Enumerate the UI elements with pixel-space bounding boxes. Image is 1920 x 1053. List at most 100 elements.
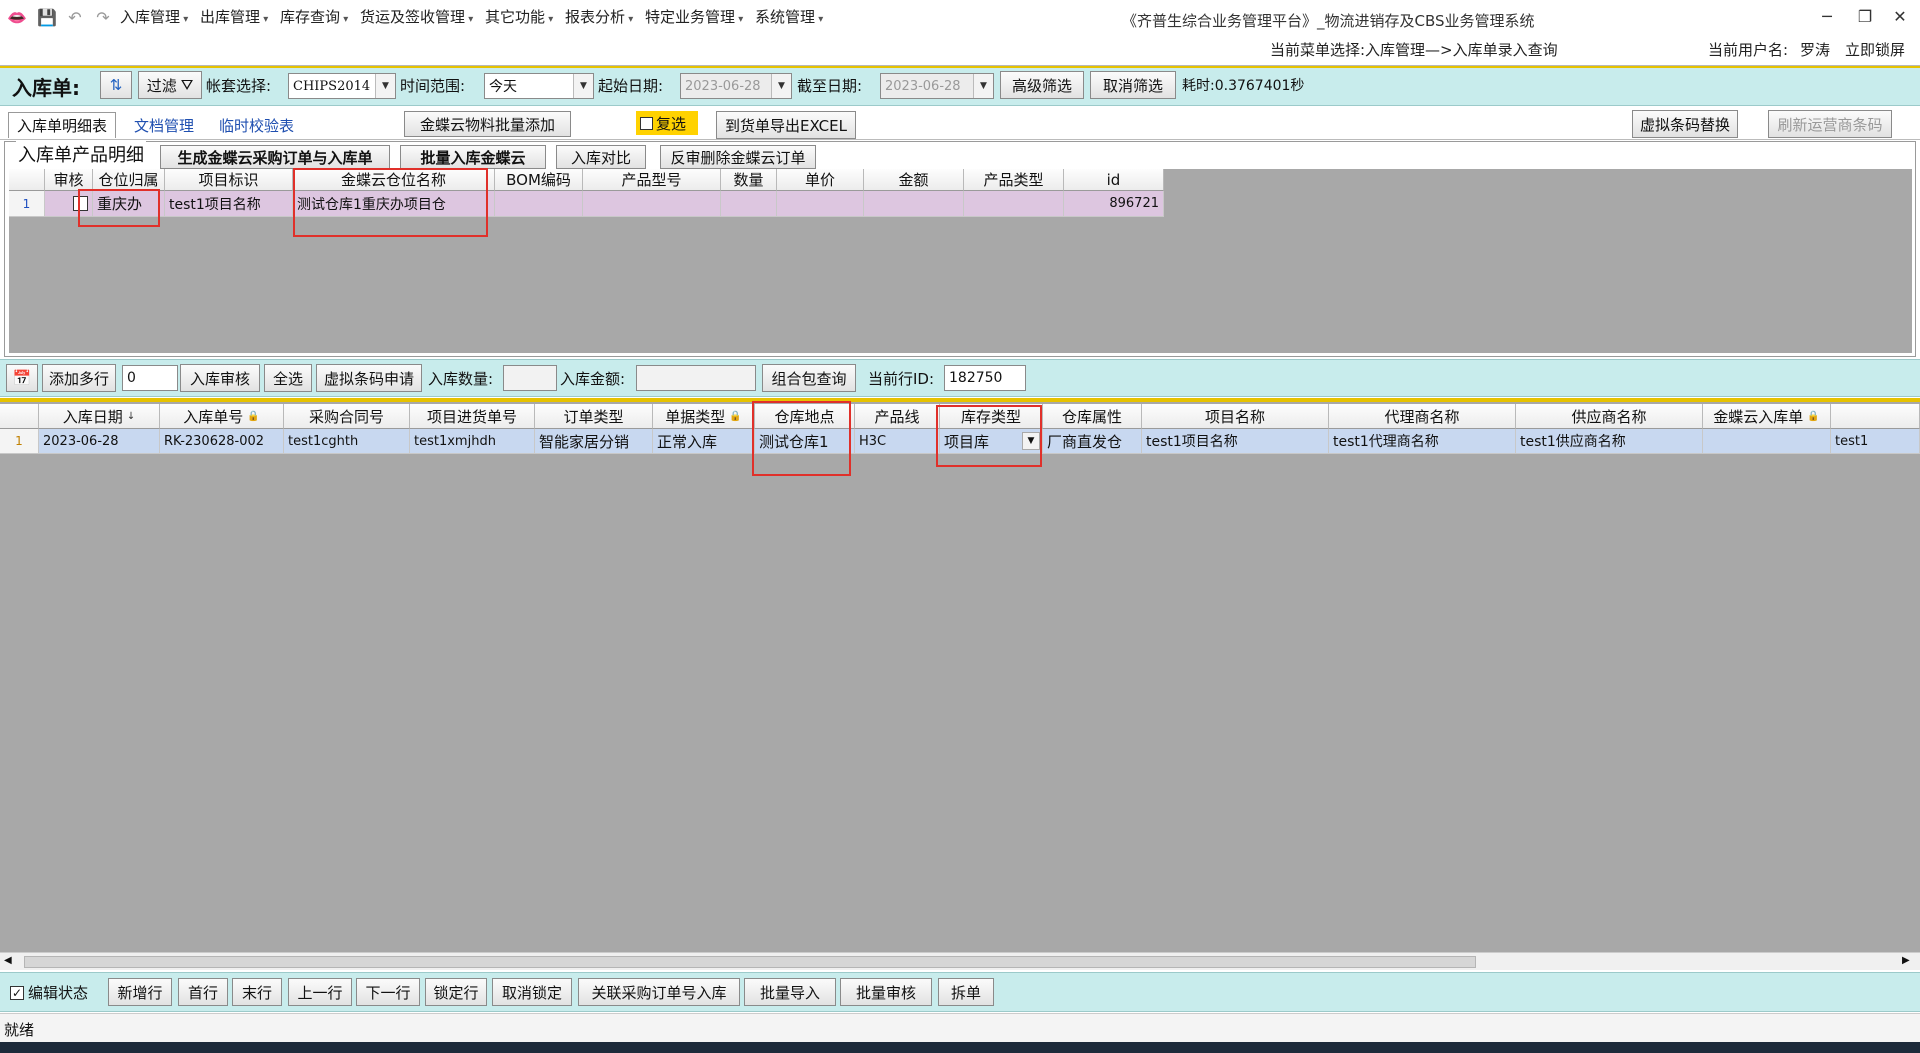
main-product-line-cell[interactable]: H3C [855,429,940,454]
scroll-right-icon[interactable]: ▶ [1902,955,1910,966]
end-date-picker[interactable]: 2023-06-28 ▼ [880,73,994,99]
restore-icon[interactable]: ❐ [1850,4,1880,28]
virtual-barcode-replace-button[interactable]: 虚拟条码替换 [1632,110,1738,138]
advanced-filter-button[interactable]: 高级筛选 [1000,71,1084,99]
detail-col-amount[interactable]: 金额 [864,169,964,191]
refresh-carrier-barcode-button[interactable]: 刷新运营商条码 [1768,110,1892,138]
detail-location-cell[interactable]: 重庆办 [93,191,165,217]
batch-import-button[interactable]: 批量导入 [744,978,836,1006]
main-col-doc-type[interactable]: 单据类型 🔒 [653,404,755,429]
prev-row-button[interactable]: 上一行 [288,978,352,1006]
main-col-contract[interactable]: 采购合同号 [284,404,410,429]
main-col-order-type[interactable]: 订单类型 [535,404,653,429]
reverse-delete-kd-button[interactable]: 反审删除金蝶云订单 [660,145,816,169]
main-col-extra[interactable] [1831,404,1920,429]
detail-col-price[interactable]: 单价 [777,169,864,191]
detail-price-cell[interactable] [777,191,864,217]
main-col-stock-type[interactable]: 库存类型 [940,404,1043,429]
main-project-order-cell[interactable]: test1xmjhdh [410,429,535,454]
generate-kd-order-button[interactable]: 生成金蝶云采购订单与入库单 [160,145,390,169]
detail-amount-cell[interactable] [864,191,964,217]
scroll-left-icon[interactable]: ◀ [4,955,12,966]
menu-special[interactable]: 特定业务管理 [645,6,743,27]
current-row-id-field[interactable]: 182750 [944,365,1026,391]
chevron-down-icon[interactable]: ▼ [1022,432,1040,450]
column-settings-button[interactable]: ⇅ [100,71,132,99]
horizontal-scrollbar[interactable]: ◀ ▶ [0,952,1920,970]
main-col-date[interactable]: 入库日期 ↓ [39,404,160,429]
range-select[interactable]: 今天 ▼ [484,73,594,99]
main-order-type-cell[interactable]: 智能家居分销 [535,429,653,454]
menu-reports[interactable]: 报表分析 [565,6,633,27]
multi-select-toggle[interactable]: 复选 [636,111,698,135]
add-rows-button[interactable]: 添加多行 [42,364,116,392]
batch-inbound-kd-button[interactable]: 批量入库金蝶云 [400,145,546,169]
last-row-button[interactable]: 末行 [232,978,282,1006]
main-col-project-order[interactable]: 项目进货单号 [410,404,535,429]
audit-checkbox[interactable] [73,196,88,211]
add-row-button[interactable]: 新增行 [108,978,172,1006]
detail-col-id[interactable]: id [1064,169,1164,191]
detail-col-qty[interactable]: 数量 [721,169,777,191]
lock-row-button[interactable]: 锁定行 [425,978,487,1006]
detail-col-model[interactable]: 产品型号 [583,169,721,191]
detail-col-product-type[interactable]: 产品类型 [964,169,1064,191]
main-order-no-cell[interactable]: RK-230628-002 [160,429,284,454]
detail-kd-location-cell[interactable]: 测试仓库1重庆办项目仓 [293,191,495,217]
detail-col-audit[interactable]: 审核 [45,169,93,191]
detail-col-project-id[interactable]: 项目标识 [165,169,293,191]
next-row-button[interactable]: 下一行 [356,978,420,1006]
filter-button[interactable]: 过滤 ⛛ [138,71,202,99]
main-kd-inbound-cell[interactable] [1703,429,1831,454]
inbound-audit-button[interactable]: 入库审核 [180,364,260,392]
main-col-supplier[interactable]: 供应商名称 [1516,404,1703,429]
add-rows-count-input[interactable]: 0 [122,365,178,391]
main-doc-type-cell[interactable]: 正常入库 [653,429,755,454]
main-stock-type-cell[interactable]: 项目库 ▼ [940,429,1043,454]
batch-add-material-button[interactable]: 金蝶云物料批量添加 [404,111,571,137]
unlock-row-button[interactable]: 取消锁定 [492,978,572,1006]
close-icon[interactable]: ✕ [1885,4,1915,28]
split-order-button[interactable]: 拆单 [938,978,994,1006]
main-agent-cell[interactable]: test1代理商名称 [1329,429,1516,454]
combo-query-button[interactable]: 组合包查询 [762,364,856,392]
main-col-warehouse[interactable]: 仓库地点 [755,404,855,429]
menu-outbound[interactable]: 出库管理 [200,6,268,27]
scrollbar-thumb[interactable] [24,956,1476,968]
main-contract-cell[interactable]: test1cghth [284,429,410,454]
lock-screen-link[interactable]: 立即锁屏 [1845,39,1905,60]
main-col-wh-attr[interactable]: 仓库属性 [1043,404,1142,429]
menu-stock-query[interactable]: 库存查询 [280,6,348,27]
main-wh-attr-cell[interactable]: 厂商直发仓 [1043,429,1142,454]
detail-ptype-cell[interactable] [964,191,1064,217]
menu-shipping[interactable]: 货运及签收管理 [360,6,473,27]
main-project-name-cell[interactable]: test1项目名称 [1142,429,1329,454]
minimize-icon[interactable]: ─ [1812,4,1842,28]
detail-id-cell[interactable]: 896721 [1064,191,1164,217]
detail-project-id-cell[interactable]: test1项目名称 [165,191,293,217]
inbound-compare-button[interactable]: 入库对比 [556,145,646,169]
detail-col-kd-location[interactable]: 金蝶云仓位名称 [293,169,495,191]
inbound-qty-field[interactable] [503,365,557,391]
tab-temp-check[interactable]: 临时校验表 [219,115,294,136]
detail-bom-cell[interactable] [495,191,583,217]
main-col-project-name[interactable]: 项目名称 [1142,404,1329,429]
account-select[interactable]: CHIPS2014 ▼ [288,73,396,99]
main-col-agent[interactable]: 代理商名称 [1329,404,1516,429]
save-icon[interactable]: 💾 [36,6,58,28]
start-date-picker[interactable]: 2023-06-28 ▼ [680,73,792,99]
batch-audit-button[interactable]: 批量审核 [840,978,932,1006]
main-col-order-no[interactable]: 入库单号 🔒 [160,404,284,429]
calendar-button[interactable]: 📅 [6,364,38,392]
select-all-button[interactable]: 全选 [264,364,312,392]
detail-col-bom[interactable]: BOM编码 [495,169,583,191]
main-col-kd-inbound[interactable]: 金蝶云入库单 🔒 [1703,404,1831,429]
main-row-number[interactable]: 1 [0,429,39,454]
detail-row-number[interactable]: 1 [9,191,45,217]
first-row-button[interactable]: 首行 [178,978,228,1006]
cancel-filter-button[interactable]: 取消筛选 [1090,71,1176,99]
edit-state-toggle[interactable]: ✓ 编辑状态 [10,982,88,1003]
inbound-amount-field[interactable] [636,365,756,391]
main-date-cell[interactable]: 2023-06-28 [39,429,160,454]
menu-inbound[interactable]: 入库管理 [120,6,188,27]
